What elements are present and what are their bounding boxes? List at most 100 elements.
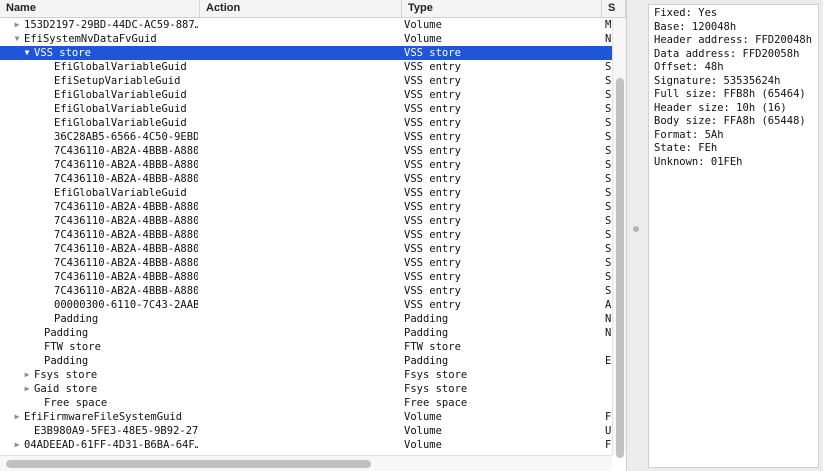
column-header-type[interactable]: Type	[402, 0, 602, 17]
info-pane: Fixed: Yes Base: 120048h Header address: F…	[648, 4, 819, 468]
tree-row-action	[200, 144, 398, 158]
tree-row-name-cell: 7C436110-AB2A-4BBB-A880…	[0, 256, 198, 270]
splitter-grip-icon[interactable]	[633, 226, 639, 232]
tree-row[interactable]: 7C436110-AB2A-4BBB-A880… VSS entry S	[0, 200, 612, 214]
tree-row[interactable]: ▶ Gaid store Fsys store	[0, 382, 612, 396]
pane-splitter[interactable]	[627, 0, 645, 471]
tree-row-name: EfiGlobalVariableGuid	[54, 117, 187, 129]
tree-row[interactable]: EfiGlobalVariableGuid VSS entry S	[0, 102, 612, 116]
tree-row-name-cell: ▶ EfiFirmwareFileSystemGuid	[0, 410, 198, 424]
tree-row-action	[200, 340, 398, 354]
tree-row[interactable]: 7C436110-AB2A-4BBB-A880… VSS entry S	[0, 172, 612, 186]
tree-row[interactable]: EfiGlobalVariableGuid VSS entry S	[0, 88, 612, 102]
tree-row[interactable]: Padding Padding E	[0, 354, 612, 368]
column-header-name-label: Name	[6, 2, 36, 14]
tree-row-subtype: S	[605, 215, 612, 227]
tree-row[interactable]: EfiGlobalVariableGuid VSS entry S	[0, 60, 612, 74]
tree-row[interactable]: 7C436110-AB2A-4BBB-A880… VSS entry S	[0, 158, 612, 172]
tree-row-name: 7C436110-AB2A-4BBB-A880…	[54, 271, 198, 283]
tree-row-action	[200, 228, 398, 242]
tree-row-name: 7C436110-AB2A-4BBB-A880…	[54, 159, 198, 171]
tree-row-subtype: S	[605, 229, 612, 241]
tree-row-subtype: S	[605, 131, 612, 143]
tree-rows: ▶ 153D2197-29BD-44DC-AC59-887… Volume M ▼ Efi…	[0, 18, 612, 452]
disclosure-down-icon[interactable]: ▼	[12, 32, 22, 46]
tree-row[interactable]: FTW store FTW store	[0, 340, 612, 354]
vertical-scrollbar[interactable]	[612, 18, 626, 458]
disclosure-right-icon[interactable]: ▶	[22, 382, 32, 396]
tree-row-action	[200, 354, 398, 368]
tree-row-action	[200, 158, 398, 172]
disclosure-down-icon[interactable]: ▼	[22, 46, 32, 60]
vertical-scroll-thumb[interactable]	[616, 78, 624, 458]
tree-row-type: Free space	[404, 397, 468, 409]
tree-row[interactable]: ▶ Fsys store Fsys store	[0, 368, 612, 382]
tree-row[interactable]: 7C436110-AB2A-4BBB-A880… VSS entry S	[0, 242, 612, 256]
tree-row-subtype: S	[605, 145, 612, 157]
tree-row-name-cell: ▶ Gaid store	[0, 382, 198, 396]
tree-row[interactable]: Padding Padding N	[0, 312, 612, 326]
tree-row-action	[200, 410, 398, 424]
column-header-action[interactable]: Action	[200, 0, 402, 17]
tree-row-subtype: S	[605, 159, 612, 171]
tree-row-name-cell: ▼ EfiSystemNvDataFvGuid	[0, 32, 198, 46]
tree-row-name: 7C436110-AB2A-4BBB-A880…	[54, 173, 198, 185]
tree-row-action	[200, 270, 398, 284]
tree-row[interactable]: Padding Padding N	[0, 326, 612, 340]
tree-row-type: VSS entry	[404, 75, 461, 87]
tree-row-type: Volume	[404, 411, 442, 423]
tree-row-type: Padding	[404, 327, 449, 339]
tree-row-action	[200, 438, 398, 452]
tree-row-subtype: A	[605, 299, 612, 311]
tree-row[interactable]: 00000300-6110-7C43-2AAB… VSS entry A	[0, 298, 612, 312]
column-header-name[interactable]: Name	[0, 0, 200, 17]
tree-row[interactable]: 7C436110-AB2A-4BBB-A880… VSS entry S	[0, 214, 612, 228]
tree-row-name-cell: EfiGlobalVariableGuid	[0, 102, 198, 116]
tree-row-name: 36C28AB5-6566-4C50-9EBD…	[54, 131, 198, 143]
horizontal-scrollbar[interactable]	[0, 455, 612, 471]
column-header-action-label: Action	[206, 2, 241, 14]
tree-row-action	[200, 368, 398, 382]
tree-row-type: VSS entry	[404, 215, 461, 227]
tree-row-name: VSS store	[34, 47, 91, 59]
structure-tree-pane[interactable]: Name Action Type S ▶ 153D2197-29BD-44DC-A…	[0, 0, 627, 471]
disclosure-right-icon[interactable]: ▶	[12, 438, 22, 452]
tree-row-type: VSS entry	[404, 131, 461, 143]
tree-row-subtype: N	[605, 33, 612, 45]
tree-row-name: 153D2197-29BD-44DC-AC59-887…	[24, 19, 198, 31]
disclosure-right-icon[interactable]: ▶	[22, 368, 32, 382]
tree-row-subtype: S	[605, 173, 612, 185]
tree-row[interactable]: 7C436110-AB2A-4BBB-A880… VSS entry S	[0, 228, 612, 242]
tree-row-name-cell: 7C436110-AB2A-4BBB-A880…	[0, 284, 198, 298]
tree-row-name: 7C436110-AB2A-4BBB-A880…	[54, 285, 198, 297]
tree-row-name-cell: 7C436110-AB2A-4BBB-A880…	[0, 270, 198, 284]
tree-row[interactable]: 7C436110-AB2A-4BBB-A880… VSS entry S	[0, 256, 612, 270]
tree-row[interactable]: EfiGlobalVariableGuid VSS entry S	[0, 116, 612, 130]
tree-row[interactable]: ▼ EfiSystemNvDataFvGuid Volume N	[0, 32, 612, 46]
tree-row[interactable]: EfiGlobalVariableGuid VSS entry S	[0, 186, 612, 200]
tree-row-name: Gaid store	[34, 383, 98, 395]
tree-row-type: Fsys store	[404, 369, 468, 381]
tree-row[interactable]: ▶ 04ADEEAD-61FF-4D31-B6BA-64F… Volume F	[0, 438, 612, 452]
tree-row-action	[200, 256, 398, 270]
tree-row-name-cell: Padding	[0, 312, 198, 326]
tree-row[interactable]: E3B980A9-5FE3-48E5-9B92-279… Volume U	[0, 424, 612, 438]
tree-row[interactable]: 7C436110-AB2A-4BBB-A880… VSS entry S	[0, 270, 612, 284]
tree-row-action	[200, 326, 398, 340]
tree-row[interactable]: ▶ 153D2197-29BD-44DC-AC59-887… Volume M	[0, 18, 612, 32]
tree-row[interactable]: 7C436110-AB2A-4BBB-A880… VSS entry S	[0, 284, 612, 298]
tree-row[interactable]: Free space Free space	[0, 396, 612, 410]
tree-row-name-cell: Padding	[0, 354, 198, 368]
tree-row[interactable]: 7C436110-AB2A-4BBB-A880… VSS entry S	[0, 144, 612, 158]
disclosure-right-icon[interactable]: ▶	[12, 18, 22, 32]
column-header-subtype[interactable]: S	[602, 0, 626, 17]
disclosure-right-icon[interactable]: ▶	[12, 410, 22, 424]
tree-row[interactable]: ▼ VSS store VSS store	[0, 46, 612, 60]
tree-row[interactable]: EfiSetupVariableGuid VSS entry S	[0, 74, 612, 88]
tree-row-name-cell: EfiGlobalVariableGuid	[0, 88, 198, 102]
tree-row[interactable]: ▶ EfiFirmwareFileSystemGuid Volume F	[0, 410, 612, 424]
horizontal-scroll-thumb[interactable]	[6, 460, 371, 468]
tree-row-type: VSS entry	[404, 145, 461, 157]
tree-row[interactable]: 36C28AB5-6566-4C50-9EBD… VSS entry S	[0, 130, 612, 144]
info-line: Data address: FFD20058h	[654, 47, 800, 60]
